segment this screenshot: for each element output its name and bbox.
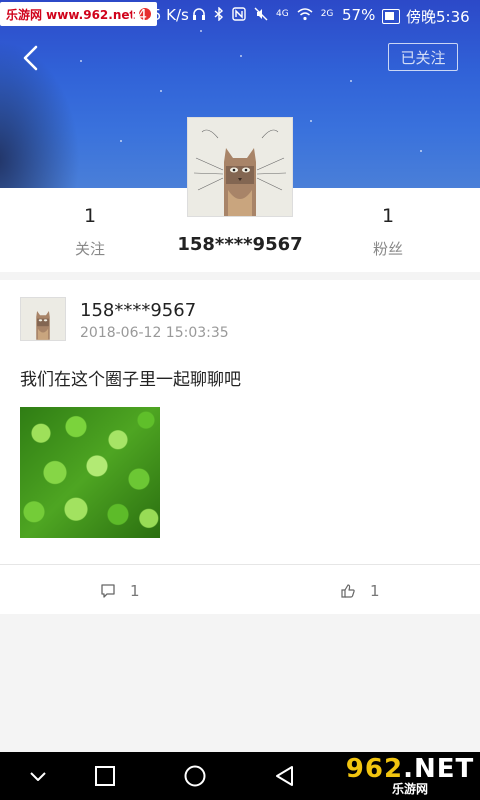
star-decoration (310, 120, 312, 122)
followed-button[interactable]: 已关注 (388, 43, 458, 71)
nav-back-button[interactable] (273, 764, 297, 788)
cat-avatar-image (21, 298, 65, 340)
divider (0, 564, 480, 565)
circle-icon (184, 765, 206, 787)
profile-name: 158****9567 (177, 234, 303, 255)
star-decoration (240, 55, 242, 57)
post-timestamp: 2018-06-12 15:03:35 (80, 325, 229, 341)
post-author-name[interactable]: 158****9567 (80, 300, 196, 321)
avatar[interactable] (187, 117, 293, 217)
nav-notifications-button[interactable] (26, 764, 50, 788)
nav-recents-button[interactable] (93, 764, 117, 788)
bluetooth-icon (214, 6, 224, 25)
star-decoration (160, 90, 162, 92)
following-count[interactable]: 1 (70, 205, 110, 227)
star-decoration (420, 150, 422, 152)
thumbs-up-icon (341, 584, 355, 598)
mute-icon (254, 7, 268, 25)
network-speed: 14.5 K/s (128, 6, 189, 24)
wifi-icon (297, 7, 313, 25)
signal-2g-icon: 2G (321, 7, 334, 25)
post-text: 我们在这个圈子里一起聊聊吧 (20, 370, 241, 390)
chevron-down-icon (30, 772, 46, 781)
watermark-subtitle: 乐游网 (391, 782, 428, 796)
headset-icon (192, 7, 206, 25)
watermark-text: 乐游网 www.962.net (6, 7, 136, 22)
nfc-icon (232, 7, 246, 25)
cat-avatar-image (188, 118, 292, 216)
following-label[interactable]: 关注 (60, 238, 120, 259)
star-decoration (120, 140, 122, 142)
signal-4g-icon: 4G (276, 7, 289, 25)
back-button[interactable] (18, 44, 46, 72)
watermark-brand-suffix: .NET (403, 754, 475, 784)
followers-count[interactable]: 1 (368, 205, 408, 227)
square-icon (95, 766, 115, 786)
watermark-brand-middle: 62 (364, 754, 404, 784)
status-bar: 乐游网 www.962.net 14.5 K/s 4G 2G 57% 傍晚5:3… (0, 0, 480, 32)
comment-button[interactable]: 1 (100, 580, 140, 602)
followers-label[interactable]: 粉丝 (358, 238, 418, 259)
watermark-brand: 962.NET (346, 756, 474, 782)
clock: 傍晚5:36 (406, 8, 470, 26)
comment-count: 1 (130, 582, 140, 600)
network-type-4g: 4G (276, 9, 289, 19)
nav-home-button[interactable] (183, 764, 207, 788)
watermark-brand-prefix: 9 (345, 754, 365, 784)
watermark-logo: 962.NET 乐游网 (340, 752, 480, 800)
network-type-2g: 2G (320, 9, 334, 19)
like-count: 1 (370, 582, 380, 600)
star-decoration (350, 80, 352, 82)
battery-icon (382, 9, 400, 24)
chevron-left-icon (23, 45, 38, 71)
comment-icon (101, 584, 115, 598)
status-icons: 4G 2G (192, 6, 334, 25)
triangle-back-icon (276, 766, 293, 786)
battery-percent: 57% (342, 6, 376, 24)
post-image-clover[interactable] (20, 407, 160, 538)
star-decoration (80, 60, 82, 62)
like-button[interactable]: 1 (340, 580, 380, 602)
post-author-avatar[interactable] (20, 297, 66, 341)
